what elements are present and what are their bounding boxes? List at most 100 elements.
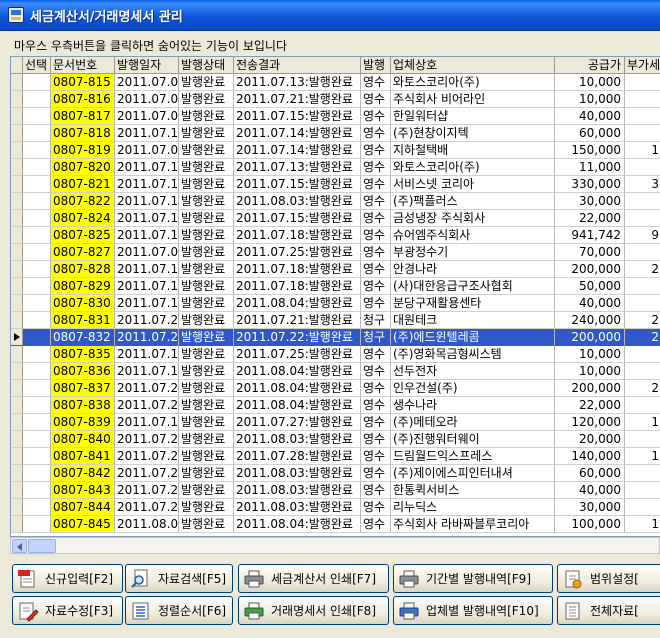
table-row[interactable]: 0807-816 2011.07.05 발행완료 2011.07.21:발행완료 영수 주… xyxy=(11,91,660,108)
select-cell[interactable] xyxy=(23,261,51,278)
select-cell[interactable] xyxy=(23,278,51,295)
select-cell[interactable] xyxy=(23,346,51,363)
row-indicator[interactable] xyxy=(11,159,23,176)
row-indicator[interactable] xyxy=(11,465,23,482)
row-indicator[interactable] xyxy=(11,227,23,244)
row-indicator[interactable] xyxy=(11,482,23,499)
row-indicator[interactable] xyxy=(11,125,23,142)
table-row[interactable]: 0807-837 2011.07.25 발행완료 2011.08.04:발행완료 영수 인… xyxy=(11,380,660,397)
select-cell[interactable] xyxy=(23,380,51,397)
table-row[interactable]: 0807-842 2011.07.25 발행완료 2011.08.03:발행완료 영수(… xyxy=(11,465,660,482)
range-setting-button[interactable]: 범위설정[ xyxy=(557,564,660,593)
select-cell[interactable] xyxy=(23,125,51,142)
row-indicator[interactable] xyxy=(11,278,23,295)
column-header-issue-status[interactable]: 발행상태 xyxy=(179,57,234,74)
table-row[interactable]: 0807-831 2011.07.20 발행완료 2011.07.21:발행완료 청구 대… xyxy=(11,312,660,329)
select-cell[interactable] xyxy=(23,244,51,261)
select-cell[interactable] xyxy=(23,363,51,380)
table-row[interactable]: 0807-844 2011.07.28 발행완료 2011.08.03:발행완료 영수 리… xyxy=(11,499,660,516)
new-entry-button[interactable]: 신규입력[F2] xyxy=(12,564,123,593)
row-indicator[interactable] xyxy=(11,193,23,210)
column-header-transfer-result[interactable]: 전송결과 xyxy=(234,57,361,74)
select-cell[interactable] xyxy=(23,210,51,227)
search-button[interactable]: 자료검색[F5] xyxy=(125,564,233,593)
table-row[interactable]: 0807-828 2011.07.18 발행완료 2011.07.18:발행완료 영수 안… xyxy=(11,261,660,278)
all-data-button[interactable]: 전체자료[ xyxy=(557,596,660,625)
select-cell[interactable] xyxy=(23,74,51,91)
select-cell[interactable] xyxy=(23,193,51,210)
select-cell[interactable] xyxy=(23,312,51,329)
row-indicator[interactable] xyxy=(11,414,23,431)
select-cell[interactable] xyxy=(23,91,51,108)
row-indicator[interactable] xyxy=(11,329,23,346)
scroll-left-icon[interactable] xyxy=(12,539,27,553)
table-row[interactable]: 0807-836 2011.07.15 발행완료 2011.08.04:발행완료 영수 선… xyxy=(11,363,660,380)
row-indicator[interactable] xyxy=(11,397,23,414)
row-indicator[interactable] xyxy=(11,363,23,380)
sort-order-button[interactable]: 정렬순서[F6] xyxy=(125,596,233,625)
table-row[interactable]: 0807-817 2011.07.05 발행완료 2011.07.15:발행완료 영수 한… xyxy=(11,108,660,125)
row-indicator[interactable] xyxy=(11,91,23,108)
table-row[interactable]: 0807-845 2011.08.02 발행완료 2011.08.04:발행완료 영수 주… xyxy=(11,516,660,533)
column-header-doc-no[interactable]: 문서번호 xyxy=(51,57,115,74)
select-cell[interactable] xyxy=(23,108,51,125)
row-indicator[interactable] xyxy=(11,380,23,397)
row-indicator[interactable] xyxy=(11,295,23,312)
column-header-vat[interactable]: 부가세 xyxy=(625,57,660,74)
horizontal-scrollbar[interactable] xyxy=(10,537,660,554)
trade-statement-print-button[interactable]: 거래명세서 인쇄[F8] xyxy=(238,596,389,625)
table-row[interactable]: 0807-820 2011.07.13 발행완료 2011.07.13:발행완료 영수 와… xyxy=(11,159,660,176)
title-bar[interactable]: 세금계산서/거래명세서 관리 xyxy=(0,0,660,31)
row-indicator[interactable] xyxy=(11,431,23,448)
column-header-select[interactable]: 선택 xyxy=(23,57,51,74)
table-row[interactable]: 0807-841 2011.07.25 발행완료 2011.07.28:발행완료 영수 드… xyxy=(11,448,660,465)
row-indicator[interactable] xyxy=(11,516,23,533)
row-indicator[interactable] xyxy=(11,499,23,516)
select-cell[interactable] xyxy=(23,159,51,176)
select-cell[interactable] xyxy=(23,465,51,482)
row-indicator[interactable] xyxy=(11,108,23,125)
period-history-button[interactable]: 기간별 발행내역[F9] xyxy=(393,564,553,593)
row-indicator[interactable] xyxy=(11,346,23,363)
row-indicator[interactable] xyxy=(11,244,23,261)
select-cell[interactable] xyxy=(23,414,51,431)
select-cell[interactable] xyxy=(23,176,51,193)
row-indicator[interactable] xyxy=(11,312,23,329)
company-history-button[interactable]: 업체별 발행내역[F10] xyxy=(393,596,553,625)
select-cell[interactable] xyxy=(23,142,51,159)
select-cell[interactable] xyxy=(23,295,51,312)
column-header-company[interactable]: 업체상호 xyxy=(391,57,555,74)
table-row[interactable]: 0807-821 2011.07.11 발행완료 2011.07.15:발행완료 영수 서… xyxy=(11,176,660,193)
table-row[interactable]: 0807-843 2011.07.27 발행완료 2011.08.03:발행완료 영수 한… xyxy=(11,482,660,499)
column-header-issue-date[interactable]: 발행일자 xyxy=(115,57,179,74)
select-cell[interactable] xyxy=(23,499,51,516)
table-row[interactable]: 0807-832 2011.07.21 발행완료 2011.07.22:발행완료 청구(… xyxy=(11,329,660,346)
table-row[interactable]: 0807-830 2011.07.15 발행완료 2011.08.04:발행완료 영수 분… xyxy=(11,295,660,312)
row-indicator[interactable] xyxy=(11,448,23,465)
select-cell[interactable] xyxy=(23,431,51,448)
tax-invoice-print-button[interactable]: 세금계산서 인쇄[F7] xyxy=(238,564,389,593)
column-header-supply-amount[interactable]: 공급가 xyxy=(555,57,625,74)
table-row[interactable]: 0807-824 2011.07.14 발행완료 2011.07.15:발행완료 영수 금… xyxy=(11,210,660,227)
select-cell[interactable] xyxy=(23,482,51,499)
table-row[interactable]: 0807-818 2011.07.12 발행완료 2011.07.14:발행완료 영수(… xyxy=(11,125,660,142)
table-row[interactable]: 0807-840 2011.07.25 발행완료 2011.08.03:발행완료 영수(… xyxy=(11,431,660,448)
table-row[interactable]: 0807-827 2011.07.05 발행완료 2011.07.25:발행완료 영수 부… xyxy=(11,244,660,261)
select-cell[interactable] xyxy=(23,516,51,533)
table-row[interactable]: 0807-829 2011.07.15 발행완료 2011.07.18:발행완료 영수(… xyxy=(11,278,660,295)
table-row[interactable]: 0807-815 2011.07.05 발행완료 2011.07.13:발행완료 영수 와… xyxy=(11,74,660,91)
column-header-issue-type[interactable]: 발행 xyxy=(361,57,391,74)
select-cell[interactable] xyxy=(23,329,51,346)
table-row[interactable]: 0807-839 2011.07.15 발행완료 2011.07.27:발행완료 영수(… xyxy=(11,414,660,431)
scroll-thumb[interactable] xyxy=(28,539,56,553)
table-row[interactable]: 0807-822 2011.07.13 발행완료 2011.08.03:발행완료 영수(… xyxy=(11,193,660,210)
row-indicator[interactable] xyxy=(11,261,23,278)
table-row[interactable]: 0807-819 2011.07.05 발행완료 2011.07.14:발행완료 영수 지… xyxy=(11,142,660,159)
document-grid[interactable]: 선택 문서번호 발행일자 발행상태 전송결과 발행 업체상호 공급가 부가세 0… xyxy=(10,56,660,537)
table-row[interactable]: 0807-835 2011.07.15 발행완료 2011.07.25:발행완료 영수(… xyxy=(11,346,660,363)
select-cell[interactable] xyxy=(23,397,51,414)
select-cell[interactable] xyxy=(23,227,51,244)
row-indicator[interactable] xyxy=(11,74,23,91)
table-row[interactable]: 0807-838 2011.07.25 발행완료 2011.08.04:발행완료 영수 생… xyxy=(11,397,660,414)
table-row[interactable]: 0807-825 2011.07.15 발행완료 2011.07.18:발행완료 영수 슈… xyxy=(11,227,660,244)
